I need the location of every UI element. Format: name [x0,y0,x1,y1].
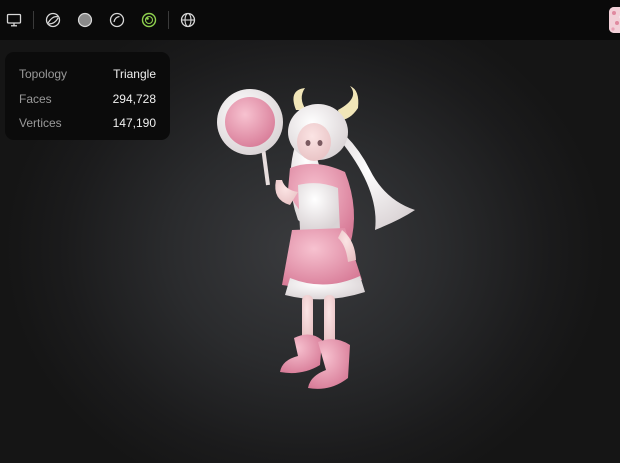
stat-value: 294,728 [112,91,156,106]
character-model[interactable] [210,80,430,400]
torso [298,183,340,230]
globe-icon[interactable] [178,10,198,30]
solid-sphere-icon[interactable] [75,10,95,30]
toolbar [0,0,620,40]
mesh-stats-panel: Topology Triangle Faces 294,728 Vertices… [5,52,170,140]
textured-sphere-icon[interactable] [139,10,159,30]
stat-label: Vertices [19,116,62,131]
3d-viewer[interactable]: Topology Triangle Faces 294,728 Vertices… [0,0,620,463]
leg-right [324,295,335,345]
toolbar-separator [168,11,169,29]
wireframe-sphere-icon[interactable] [43,10,63,30]
stat-label: Topology [19,67,68,82]
horn-left [293,88,306,110]
lollipop-candy [225,97,275,147]
stat-row-topology: Topology Triangle [19,62,156,87]
leg-left [302,295,313,340]
stat-value: 147,190 [112,116,156,131]
outline-sphere-icon[interactable] [107,10,127,30]
stat-label: Faces [19,91,52,106]
boot-left [280,334,322,374]
face [297,123,331,161]
stat-row-faces: Faces 294,728 [19,87,156,112]
model-thumbnail[interactable] [609,7,620,33]
monitor-icon[interactable] [4,10,24,30]
stat-value: Triangle [113,67,156,82]
stat-row-vertices: Vertices 147,190 [19,111,156,136]
toolbar-separator [33,11,34,29]
